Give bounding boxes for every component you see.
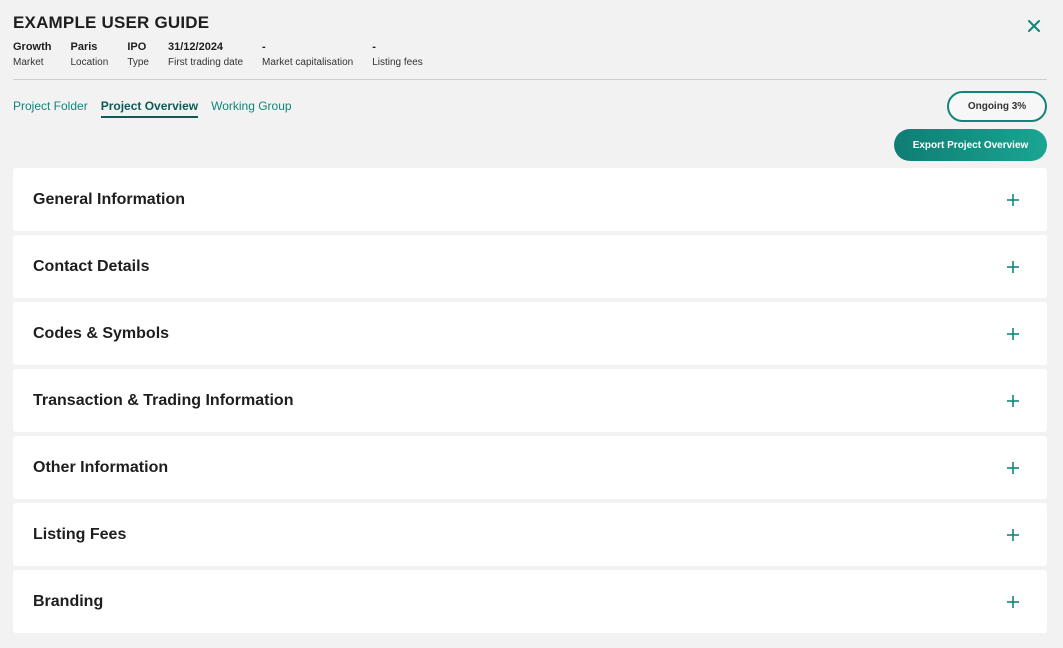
accordion-branding[interactable]: Branding [13, 570, 1047, 633]
meta-label: Type [127, 57, 149, 68]
meta-label: Location [70, 57, 109, 68]
section-title: Listing Fees [33, 525, 127, 543]
plus-icon[interactable] [1006, 260, 1020, 274]
meta-value: - [372, 41, 376, 53]
section-title: Branding [33, 592, 104, 610]
project-overview-page: EXAMPLE USER GUIDE Growth Market Paris L… [0, 0, 1063, 648]
meta-location: Paris Location [71, 41, 109, 69]
section-title: Codes & Symbols [33, 324, 170, 342]
page-title: EXAMPLE USER GUIDE [13, 13, 210, 32]
meta-label: Market capitalisation [262, 57, 354, 68]
tab-working-group[interactable]: Working Group [211, 99, 291, 118]
accordion-contact-details[interactable]: Contact Details [13, 235, 1047, 298]
section-title: Transaction & Trading Information [33, 391, 294, 409]
meta-value: Growth [13, 41, 52, 53]
accordion-other-information[interactable]: Other Information [13, 436, 1047, 499]
tab-project-folder[interactable]: Project Folder [13, 99, 88, 118]
meta-market: Growth Market [13, 41, 52, 69]
meta-value: Paris [70, 41, 98, 53]
meta-label: Listing fees [372, 57, 423, 68]
meta-listing-fees: - Listing fees [372, 41, 423, 69]
header-divider [13, 79, 1047, 80]
section-title: Contact Details [33, 257, 150, 275]
meta-value: IPO [127, 41, 147, 53]
meta-value: 31/12/2024 [168, 41, 224, 53]
meta-label: Market [13, 57, 44, 68]
meta-label: First trading date [168, 57, 244, 68]
accordion-general-information[interactable]: General Information [13, 168, 1047, 231]
project-meta: Growth Market Paris Location IPO Type 31… [13, 41, 442, 69]
meta-first-trading-date: 31/12/2024 First trading date [168, 41, 243, 69]
plus-icon[interactable] [1006, 327, 1020, 341]
accordion-list: General Information Contact Details Code… [13, 168, 1047, 637]
plus-icon[interactable] [1006, 528, 1020, 542]
plus-icon[interactable] [1006, 595, 1020, 609]
export-project-overview-button[interactable]: Export Project Overview [894, 129, 1047, 161]
accordion-transaction-trading-information[interactable]: Transaction & Trading Information [13, 369, 1047, 432]
tab-project-overview[interactable]: Project Overview [100, 99, 199, 118]
close-icon[interactable] [1025, 17, 1043, 35]
plus-icon[interactable] [1006, 394, 1020, 408]
meta-value: - [262, 41, 266, 53]
meta-market-capitalisation: - Market capitalisation [262, 41, 353, 69]
status-badge: Ongoing 3% [947, 91, 1047, 122]
tab-bar: Project Folder Project Overview Working … [13, 99, 305, 118]
accordion-listing-fees[interactable]: Listing Fees [13, 503, 1047, 566]
section-title: General Information [33, 190, 186, 208]
accordion-codes-symbols[interactable]: Codes & Symbols [13, 302, 1047, 365]
plus-icon[interactable] [1006, 461, 1020, 475]
meta-type: IPO Type [127, 41, 149, 69]
section-title: Other Information [33, 458, 169, 476]
plus-icon[interactable] [1006, 193, 1020, 207]
